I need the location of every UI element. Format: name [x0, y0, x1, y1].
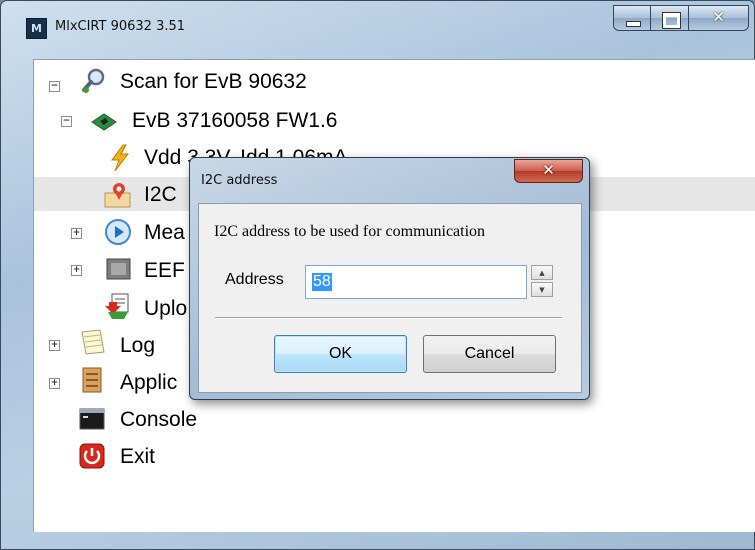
expand-toggle[interactable]: +: [49, 340, 60, 351]
spin-up-button[interactable]: ▲: [531, 265, 553, 280]
tree-item-eeprom[interactable]: EEF: [144, 259, 185, 283]
address-spinner: ▲ ▼: [531, 265, 553, 299]
collapse-toggle[interactable]: −: [61, 116, 72, 127]
close-icon: ✕: [712, 8, 725, 26]
power-icon: [79, 443, 105, 469]
window-controls: ✕: [613, 5, 749, 31]
play-circle-icon: [105, 219, 131, 245]
close-icon: ✕: [542, 161, 555, 179]
tree-item-upload[interactable]: Uplo: [144, 297, 187, 321]
minimize-icon: [626, 21, 641, 27]
tree-item-measure[interactable]: Mea: [144, 221, 185, 245]
lightning-icon: [111, 144, 130, 172]
application-icon: [82, 367, 102, 393]
dialog-close-button[interactable]: ✕: [514, 159, 583, 183]
tree-item-exit[interactable]: Exit: [120, 445, 155, 469]
i2c-address-dialog: I2C address ✕ I2C address to be used for…: [189, 157, 590, 400]
window-title: MlxCIRT 90632 3.51: [55, 19, 186, 34]
dialog-title: I2C address: [201, 173, 278, 188]
tree-item-i2c[interactable]: I2C: [144, 183, 177, 207]
close-button[interactable]: ✕: [689, 5, 749, 31]
collapse-toggle[interactable]: −: [49, 81, 60, 92]
ok-button[interactable]: OK: [274, 335, 407, 373]
cancel-button[interactable]: Cancel: [423, 335, 556, 373]
console-icon: [79, 408, 105, 430]
tree-item-scan[interactable]: Scan for EvB 90632: [120, 70, 307, 94]
memory-chip-icon: [106, 258, 131, 280]
magnifier-icon: [82, 68, 105, 93]
address-value: 58: [312, 273, 332, 291]
tree-item-console[interactable]: Console: [120, 408, 197, 432]
maximize-icon: [662, 12, 681, 29]
app-icon: M: [26, 18, 47, 39]
tree-item-log[interactable]: Log: [120, 334, 155, 358]
minimize-button[interactable]: [613, 5, 651, 31]
notepad-icon: [81, 329, 105, 355]
dialog-prompt: I2C address to be used for communication: [214, 223, 486, 240]
expand-toggle[interactable]: +: [71, 228, 82, 239]
tree-item-application[interactable]: Applic: [120, 371, 177, 395]
spin-down-button[interactable]: ▼: [531, 282, 553, 297]
map-pin-icon: [104, 183, 131, 208]
expand-toggle[interactable]: +: [71, 265, 82, 276]
upload-icon: [105, 293, 129, 319]
circuit-board-icon: [91, 113, 117, 131]
expand-toggle[interactable]: +: [49, 378, 60, 389]
tree-item-evb[interactable]: EvB 37160058 FW1.6: [132, 109, 337, 133]
address-label: Address: [225, 271, 284, 288]
maximize-button[interactable]: [651, 5, 689, 31]
title-bar[interactable]: M MlxCIRT 90632 3.51 ✕: [1, 1, 754, 47]
dialog-body: I2C address to be used for communication…: [198, 203, 582, 393]
dialog-separator: [215, 317, 562, 319]
address-input[interactable]: 58: [305, 265, 527, 299]
